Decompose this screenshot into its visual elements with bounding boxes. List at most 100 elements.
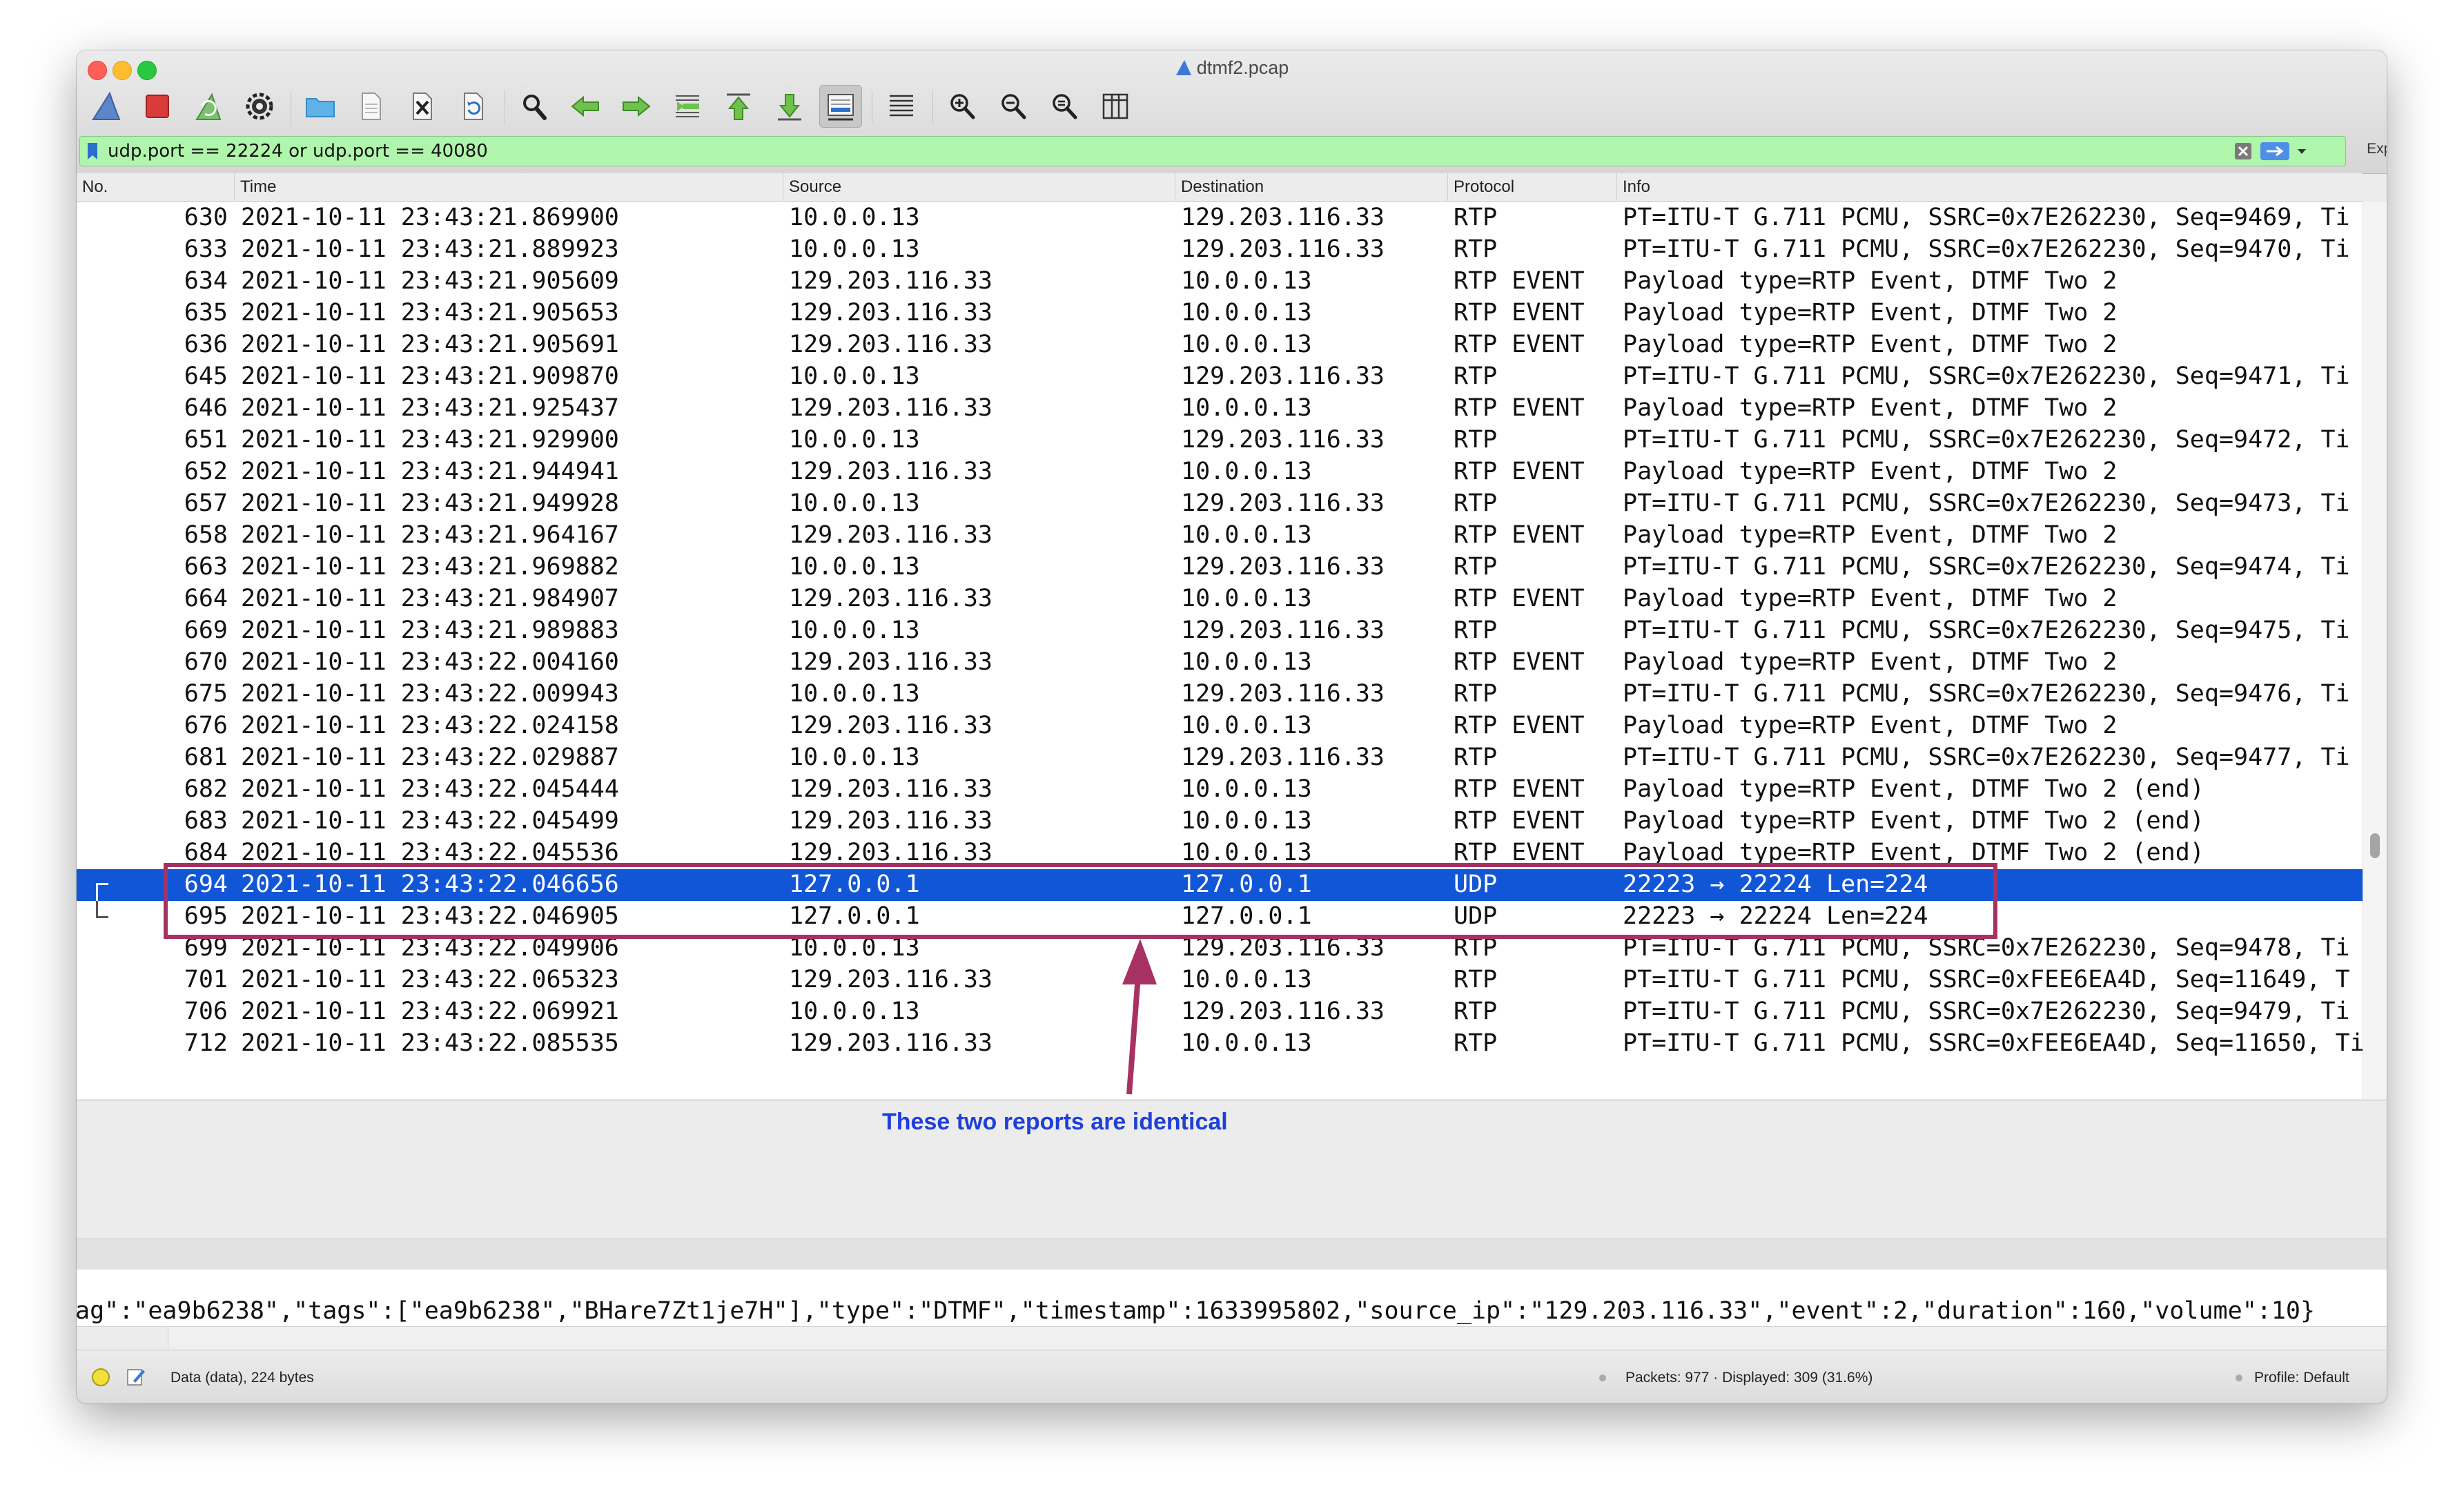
restart-capture-button[interactable]: [187, 85, 230, 128]
zoom-normal-button[interactable]: [1043, 85, 1086, 128]
packet-info: Payload type=RTP Event, DTMF Two 2 (end): [1623, 775, 2204, 803]
expert-info-icon[interactable]: [92, 1368, 110, 1386]
go-back-button[interactable]: [564, 85, 607, 128]
auto-scroll-button[interactable]: [819, 85, 862, 128]
packet-row[interactable]: 658 2021-10-11 23:43:21.964167 129.203.116…: [77, 520, 2363, 552]
column-header-protocol[interactable]: Protocol: [1448, 173, 1617, 201]
apply-filter-icon[interactable]: [2260, 142, 2290, 161]
packet-source: 129.203.116.33: [789, 712, 993, 739]
packet-number: 636: [184, 331, 228, 358]
column-header-no[interactable]: No.: [77, 173, 235, 201]
bytes-tab-bar: [77, 1326, 2387, 1350]
jump-icon: [676, 95, 699, 117]
packet-source: 129.203.116.33: [789, 521, 993, 549]
colorize-button[interactable]: [880, 85, 923, 128]
packet-details-pane[interactable]: [77, 1100, 2387, 1239]
packet-source: 10.0.0.13: [789, 362, 920, 390]
arrow-down-icon: [778, 94, 801, 121]
packet-protocol: RTP EVENT: [1454, 585, 1585, 612]
capture-options-button[interactable]: [238, 85, 281, 128]
column-header-source[interactable]: Source: [783, 173, 1175, 201]
packet-row[interactable]: 682 2021-10-11 23:43:22.045444 129.203.116…: [77, 774, 2363, 806]
packet-protocol: RTP: [1454, 553, 1498, 581]
status-profile[interactable]: Profile: Default: [2254, 1370, 2349, 1386]
packet-source: 10.0.0.13: [789, 744, 920, 771]
packet-row[interactable]: 676 2021-10-11 23:43:22.024158 129.203.116…: [77, 710, 2363, 742]
start-capture-button[interactable]: [85, 85, 128, 128]
packet-number: 712: [184, 1029, 228, 1057]
packet-time: 2021-10-11 23:43:22.069921: [241, 998, 619, 1025]
close-file-button[interactable]: [401, 85, 444, 128]
packet-destination: 129.203.116.33: [1181, 680, 1385, 708]
find-packet-button[interactable]: [513, 85, 556, 128]
display-filter-input[interactable]: udp.port == 22224 or udp.port == 40080: [108, 141, 488, 162]
go-to-packet-button[interactable]: [666, 85, 709, 128]
bytes-tab[interactable]: [77, 1327, 168, 1350]
save-file-button[interactable]: [350, 85, 393, 128]
packet-list-scrollbar[interactable]: [2363, 202, 2387, 1099]
open-file-button[interactable]: [299, 85, 342, 128]
packet-number: 652: [184, 458, 228, 485]
bookmark-icon[interactable]: [87, 142, 98, 160]
column-header-destination[interactable]: Destination: [1175, 173, 1448, 201]
packet-row[interactable]: 652 2021-10-11 23:43:21.944941 129.203.116…: [77, 456, 2363, 488]
packet-row[interactable]: 636 2021-10-11 23:43:21.905691 129.203.116…: [77, 329, 2363, 361]
packet-info: PT=ITU-T G.711 PCMU, SSRC=0xFEE6EA4D, Se…: [1623, 1029, 2363, 1057]
pane-splitter[interactable]: [77, 1239, 2387, 1270]
packet-source: 129.203.116.33: [789, 807, 993, 835]
close-file-icon: [413, 93, 432, 120]
packet-destination: 10.0.0.13: [1181, 648, 1312, 676]
go-last-button[interactable]: [768, 85, 811, 128]
packet-row[interactable]: 663 2021-10-11 23:43:21.969882 10.0.0.13 12…: [77, 552, 2363, 583]
column-header-info[interactable]: Info: [1617, 173, 2363, 201]
packet-list[interactable]: 630 2021-10-11 23:43:21.869900 10.0.0.13 12…: [77, 202, 2363, 1099]
packet-protocol: RTP: [1454, 680, 1498, 708]
packet-destination: 129.203.116.33: [1181, 998, 1385, 1025]
packet-row[interactable]: 634 2021-10-11 23:43:21.905609 129.203.116…: [77, 266, 2363, 298]
packet-row[interactable]: 712 2021-10-11 23:43:22.085535 129.203.116…: [77, 1028, 2363, 1060]
packet-list-header: No. Time Source Destination Protocol Inf…: [77, 173, 2363, 202]
packet-row[interactable]: 630 2021-10-11 23:43:21.869900 10.0.0.13 12…: [77, 202, 2363, 234]
go-forward-button[interactable]: [615, 85, 658, 128]
packet-info: PT=ITU-T G.711 PCMU, SSRC=0x7E262230, Se…: [1623, 426, 2350, 454]
stop-capture-button[interactable]: [136, 85, 179, 128]
clear-filter-icon[interactable]: [2233, 142, 2253, 161]
packet-protocol: RTP EVENT: [1454, 299, 1585, 327]
zoom-in-icon: [950, 94, 975, 119]
packet-row[interactable]: 701 2021-10-11 23:43:22.065323 129.203.116…: [77, 964, 2363, 996]
packet-protocol: RTP EVENT: [1454, 807, 1585, 835]
packet-row[interactable]: 633 2021-10-11 23:43:21.889923 10.0.0.13 12…: [77, 234, 2363, 266]
display-filter-bar[interactable]: udp.port == 22224 or udp.port == 40080 E…: [79, 136, 2387, 166]
packet-row[interactable]: 706 2021-10-11 23:43:22.069921 10.0.0.13 12…: [77, 996, 2363, 1028]
packet-row[interactable]: 646 2021-10-11 23:43:21.925437 129.203.116…: [77, 393, 2363, 425]
related-packet-marker: [96, 883, 98, 901]
reload-file-button[interactable]: [452, 85, 495, 128]
resize-columns-button[interactable]: [1094, 85, 1137, 128]
zoom-in-button[interactable]: [941, 85, 984, 128]
packet-row[interactable]: 683 2021-10-11 23:43:22.045499 129.203.116…: [77, 806, 2363, 837]
go-first-button[interactable]: [717, 85, 760, 128]
document-icon: [362, 93, 381, 120]
packet-destination: 10.0.0.13: [1181, 775, 1312, 803]
packet-source: 10.0.0.13: [789, 553, 920, 581]
packet-row[interactable]: 651 2021-10-11 23:43:21.929900 10.0.0.13 12…: [77, 425, 2363, 456]
packet-row[interactable]: 675 2021-10-11 23:43:22.009943 10.0.0.13 12…: [77, 679, 2363, 710]
packet-protocol: RTP EVENT: [1454, 839, 1585, 866]
packet-row[interactable]: 657 2021-10-11 23:43:21.949928 10.0.0.13 12…: [77, 488, 2363, 520]
edit-comment-icon[interactable]: [125, 1366, 147, 1388]
packet-row[interactable]: 670 2021-10-11 23:43:22.004160 129.203.116…: [77, 647, 2363, 679]
packet-destination: 129.203.116.33: [1181, 426, 1385, 454]
scrollbar-thumb[interactable]: [2370, 833, 2380, 858]
packet-row[interactable]: 669 2021-10-11 23:43:21.989883 10.0.0.13 12…: [77, 615, 2363, 647]
chevron-down-icon[interactable]: [2293, 142, 2311, 160]
packet-protocol: RTP: [1454, 1029, 1498, 1057]
expression-button[interactable]: Expression…: [2367, 141, 2387, 157]
packet-number: 683: [184, 807, 228, 835]
packet-row[interactable]: 635 2021-10-11 23:43:21.905653 129.203.116…: [77, 298, 2363, 329]
column-header-time[interactable]: Time: [235, 173, 783, 201]
packet-row[interactable]: 664 2021-10-11 23:43:21.984907 129.203.116…: [77, 583, 2363, 615]
zoom-out-button[interactable]: [992, 85, 1035, 128]
packet-row[interactable]: 645 2021-10-11 23:43:21.909870 10.0.0.13 12…: [77, 361, 2363, 393]
packet-row[interactable]: 681 2021-10-11 23:43:22.029887 10.0.0.13 12…: [77, 742, 2363, 774]
packet-info: PT=ITU-T G.711 PCMU, SSRC=0x7E262230, Se…: [1623, 553, 2350, 581]
